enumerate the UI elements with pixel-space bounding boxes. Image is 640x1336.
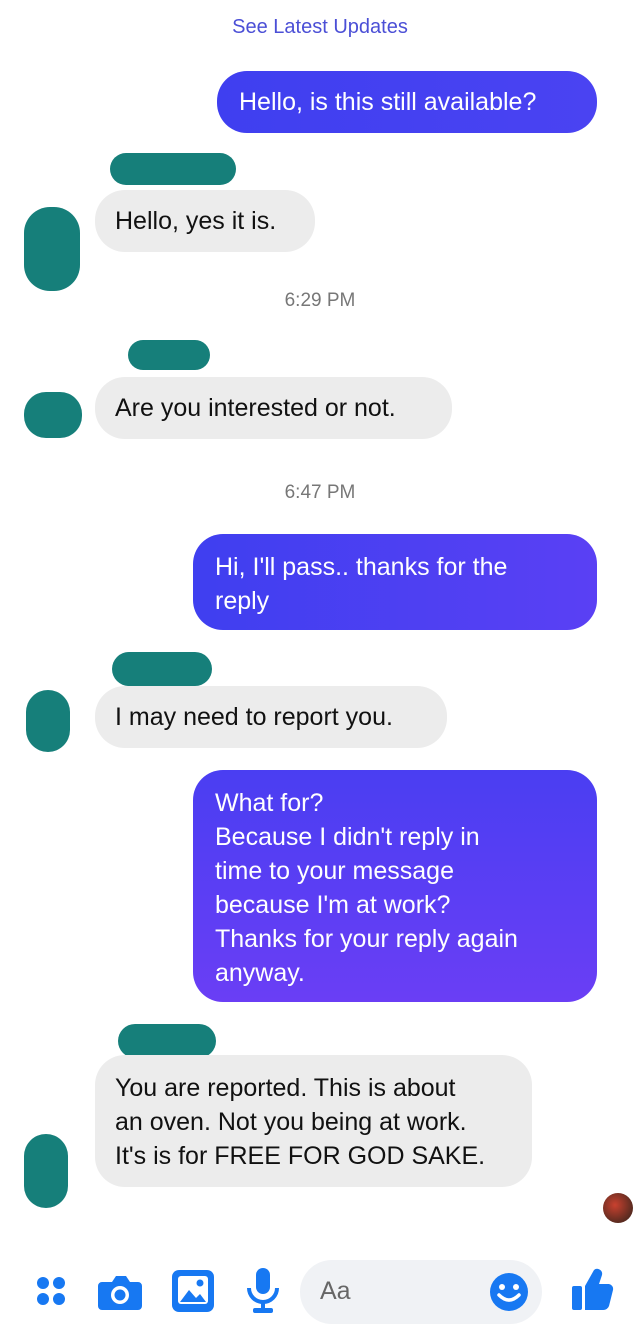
outgoing-message: Hi, I'll pass.. thanks for the reply xyxy=(193,534,597,630)
message-text: Are you interested or not. xyxy=(115,394,396,422)
incoming-message: I may need to report you. xyxy=(95,686,447,748)
see-latest-updates-link[interactable]: See Latest Updates xyxy=(0,16,640,39)
redacted-avatar xyxy=(26,690,70,752)
incoming-message: Hello, yes it is. xyxy=(95,190,315,252)
message-input[interactable]: Aa xyxy=(300,1260,542,1324)
redacted-sender-name xyxy=(110,153,236,185)
redacted-sender-name xyxy=(112,652,212,686)
message-line: Hi, I'll pass.. thanks for the xyxy=(215,553,508,581)
incoming-message: You are reported. This is about an oven.… xyxy=(95,1055,532,1187)
thumbs-up-icon[interactable] xyxy=(572,1268,614,1312)
redacted-avatar xyxy=(24,1134,68,1208)
microphone-icon[interactable] xyxy=(246,1268,280,1314)
message-line: It's is for FREE FOR GOD SAKE. xyxy=(115,1142,486,1170)
message-line: What for? xyxy=(215,789,324,817)
message-line: You are reported. This is about xyxy=(115,1074,456,1102)
message-line: because I'm at work? xyxy=(215,891,451,919)
message-text: Hello, yes it is. xyxy=(115,207,277,235)
redacted-sender-name xyxy=(128,340,210,370)
timestamp: 6:29 PM xyxy=(284,290,356,311)
message-line: Thanks for your reply again xyxy=(215,925,518,953)
composer-bar: Aa xyxy=(0,1252,640,1336)
message-line: an oven. Not you being at work. xyxy=(115,1108,467,1136)
incoming-message: Are you interested or not. xyxy=(95,377,452,439)
redacted-avatar xyxy=(24,207,80,291)
read-receipt-avatar xyxy=(603,1193,633,1223)
message-line: anyway. xyxy=(215,959,305,987)
message-text: Hello, is this still available? xyxy=(239,88,537,116)
redacted-avatar xyxy=(24,392,82,438)
camera-icon[interactable] xyxy=(98,1272,142,1312)
redacted-sender-name xyxy=(118,1024,216,1058)
outgoing-message: What for? Because I didn't reply in time… xyxy=(193,770,597,1002)
gallery-icon[interactable] xyxy=(172,1270,214,1312)
message-line: time to your message xyxy=(215,857,454,885)
message-line: Because I didn't reply in xyxy=(215,823,480,851)
message-text: I may need to report you. xyxy=(115,703,393,731)
emoji-icon[interactable] xyxy=(489,1272,529,1312)
menu-dots-icon[interactable] xyxy=(34,1274,68,1308)
message-line: reply xyxy=(215,587,270,615)
outgoing-message: Hello, is this still available? xyxy=(217,71,597,133)
message-input-placeholder: Aa xyxy=(320,1277,351,1305)
timestamp: 6:47 PM xyxy=(284,482,356,503)
